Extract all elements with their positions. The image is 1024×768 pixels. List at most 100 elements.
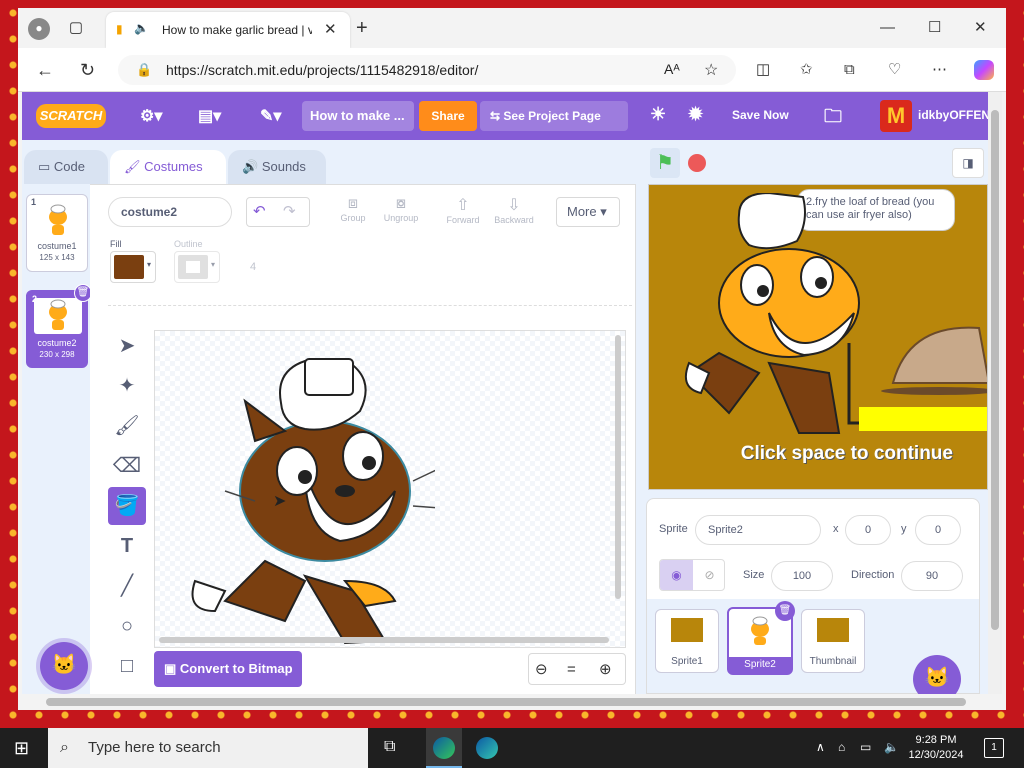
network-icon[interactable]: ⌂ — [838, 740, 845, 754]
project-title-input[interactable]: How to make ... — [302, 101, 414, 131]
select-tool-icon[interactable]: ➤ — [108, 327, 146, 365]
size-input[interactable]: 100 — [771, 561, 833, 591]
tab-costumes[interactable]: 🖌 Costumes — [110, 150, 226, 184]
forward-button[interactable]: ⇧ Forward — [440, 195, 486, 225]
canvas-vertical-scrollbar[interactable] — [615, 335, 621, 599]
eraser-tool-icon[interactable]: ⌫ — [108, 447, 146, 485]
audio-icon[interactable]: 🔈 — [134, 21, 149, 35]
edit-menu-icon[interactable]: ✎▾ — [260, 106, 281, 126]
add-costume-icon[interactable]: 🐱 — [40, 642, 88, 690]
ungroup-button[interactable]: ⧇ Ungroup — [376, 195, 426, 223]
brush-tool-icon[interactable]: 🖌 — [108, 407, 146, 445]
copilot-icon[interactable] — [974, 60, 994, 80]
page-horizontal-scrollbar[interactable] — [18, 694, 1006, 710]
reshape-tool-icon[interactable]: ✦ — [108, 367, 146, 405]
stage-size-toggle-icon[interactable]: ◨ — [952, 148, 984, 178]
sprite-name-input[interactable]: Sprite2 — [695, 515, 821, 545]
save-now-button[interactable]: Save Now — [732, 108, 789, 122]
show-hidden-icons-icon[interactable]: ∧ — [816, 740, 825, 754]
username[interactable]: idkbyOFFEN — [918, 108, 988, 122]
costume-name-input[interactable]: costume2 — [108, 197, 232, 227]
tab-sounds[interactable]: 🔊 Sounds — [228, 150, 326, 184]
scrollbar-thumb[interactable] — [46, 698, 966, 706]
costume-size: 230 x 298 — [39, 350, 75, 359]
undo-icon[interactable]: ↶ — [253, 202, 266, 222]
collections-icon[interactable]: ⧉ — [844, 60, 855, 80]
edge-taskbar-icon[interactable] — [426, 728, 462, 768]
direction-input[interactable]: 90 — [901, 561, 963, 591]
convert-to-bitmap-button[interactable]: ▣ Convert to Bitmap — [154, 651, 302, 687]
rectangle-tool-icon[interactable]: □ — [108, 647, 146, 685]
group-button[interactable]: ⧈ Group — [330, 195, 376, 223]
refresh-icon[interactable]: ↻ — [80, 60, 95, 80]
sprite-tile-selected[interactable]: Sprite2 🗑 — [727, 601, 795, 675]
more-options-icon[interactable]: ⋯ — [932, 60, 947, 80]
y-input[interactable]: 0 — [915, 515, 961, 545]
volume-icon[interactable]: 🔈 — [884, 740, 899, 754]
backward-button[interactable]: ⇩ Backward — [488, 195, 540, 225]
hide-eye-icon[interactable]: ⊘ — [693, 560, 724, 590]
share-button[interactable]: Share — [419, 101, 477, 131]
read-aloud-icon[interactable]: Aᴬ — [664, 61, 680, 77]
costume-item[interactable]: 1 costume1 125 x 143 — [26, 194, 88, 272]
page-vertical-scrollbar[interactable] — [988, 92, 1002, 694]
notifications-icon[interactable]: 1 — [984, 738, 1004, 758]
tab-code[interactable]: ▭ Code — [24, 150, 108, 184]
tab-actions-icon[interactable]: ▢ — [66, 18, 86, 38]
delete-sprite-icon[interactable]: 🗑 — [775, 601, 795, 621]
windows-start-icon[interactable]: ⊞ — [14, 738, 29, 759]
drawing-canvas[interactable]: ➤ — [154, 330, 626, 648]
zoom-reset-button[interactable]: = — [567, 660, 576, 680]
fill-color-picker[interactable]: ▾ — [110, 251, 156, 283]
taskbar-search[interactable]: ⌕ Type here to search — [48, 728, 368, 768]
scrollbar-thumb[interactable] — [991, 110, 999, 630]
sprite-info-pane: Sprite Sprite2 x 0 y 0 ◉ ⊘ Size 100 Dire… — [646, 498, 980, 694]
show-eye-icon[interactable]: ◉ — [660, 560, 693, 590]
zoom-out-icon[interactable]: ⊖ — [535, 660, 548, 680]
more-button[interactable]: More ▾ — [556, 197, 620, 227]
favorites-icon[interactable]: ✩ — [800, 60, 813, 80]
back-icon[interactable]: ← — [36, 60, 54, 80]
settings-gear-icon[interactable]: ⚙▾ — [140, 106, 162, 126]
redo-icon[interactable]: ↷ — [283, 202, 296, 222]
task-view-icon[interactable]: ⧉ — [384, 738, 395, 756]
circle-tool-icon[interactable]: ○ — [108, 607, 146, 645]
stop-icon[interactable] — [688, 154, 706, 172]
add-sprite-icon[interactable]: 🐱 — [913, 655, 961, 694]
my-stuff-folder-icon[interactable]: 🗀 — [824, 104, 842, 134]
browser-essentials-icon[interactable]: ♡ — [888, 60, 901, 80]
clock[interactable]: 9:28 PM 12/30/2024 — [906, 733, 966, 763]
profile-icon[interactable]: ● — [28, 18, 50, 40]
fill-tool-icon[interactable]: 🪣 — [108, 487, 146, 525]
maximize-button[interactable]: ☐ — [928, 18, 941, 38]
user-avatar[interactable]: M — [880, 100, 912, 132]
new-tab-button[interactable]: + — [356, 18, 368, 38]
line-tool-icon[interactable]: ╱ — [108, 567, 146, 605]
display-icon[interactable]: ▭ — [860, 740, 871, 754]
scratch-logo[interactable]: SCRATCH — [36, 104, 106, 128]
green-flag-icon[interactable]: ⚑ — [650, 148, 680, 178]
file-menu-icon[interactable]: ▤▾ — [198, 106, 221, 126]
edge-beta-taskbar-icon[interactable] — [476, 737, 498, 759]
stage[interactable]: 2.fry the loaf of bread (you can use air… — [648, 184, 988, 490]
text-tool-icon[interactable]: T — [108, 527, 146, 565]
costume-item-selected[interactable]: 2 costume2 230 x 298 🗑 — [26, 284, 92, 368]
x-input[interactable]: 0 — [845, 515, 891, 545]
browser-tab[interactable]: ▮ 🔈 How to make garlic bread | v ✕ — [106, 12, 350, 48]
favorite-star-icon[interactable]: ☆ — [704, 60, 718, 80]
lock-icon[interactable]: 🔒 — [136, 62, 152, 78]
theme-bulb-icon[interactable]: ☀ — [650, 104, 666, 125]
outline-width-value[interactable]: 4 — [250, 261, 256, 273]
minimize-button[interactable]: — — [880, 18, 895, 38]
zoom-in-icon[interactable]: ⊕ — [599, 660, 612, 680]
outline-color-picker[interactable]: ▾ — [174, 251, 220, 283]
sprite-tile[interactable]: Sprite1 — [655, 609, 719, 673]
tab-close-icon[interactable]: ✕ — [324, 20, 337, 40]
see-project-page-button[interactable]: ⇆ See Project Page — [480, 101, 628, 131]
close-button[interactable]: ✕ — [974, 18, 987, 38]
sprite-tile[interactable]: Thumbnail — [801, 609, 865, 673]
url-field[interactable]: 🔒 https://scratch.mit.edu/projects/11154… — [118, 55, 736, 85]
canvas-horizontal-scrollbar[interactable] — [159, 637, 609, 643]
split-screen-icon[interactable]: ◫ — [756, 60, 770, 80]
debug-icon[interactable]: ✹ — [688, 104, 703, 125]
